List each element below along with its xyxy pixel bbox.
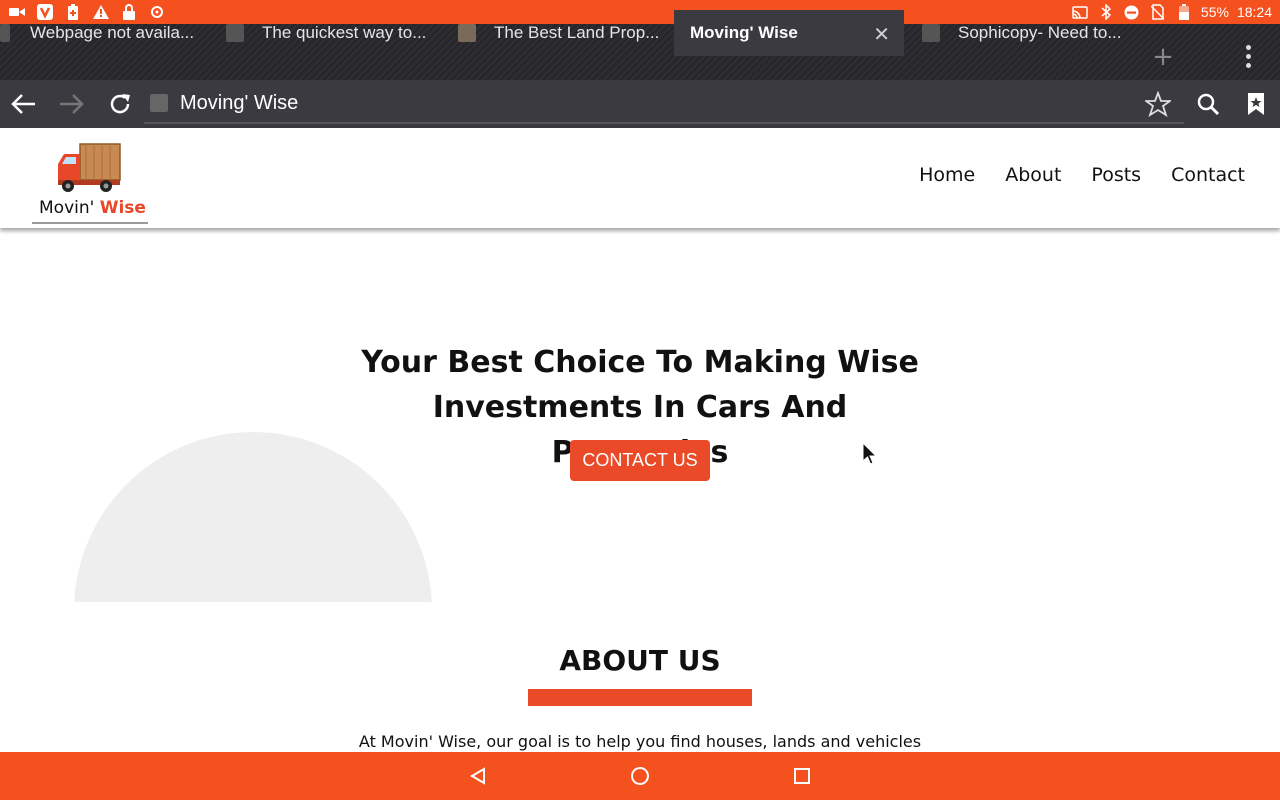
- about-heading: ABOUT US: [559, 644, 721, 677]
- tab-title: Sophicopy- Need to...: [958, 23, 1122, 42]
- tab-title: Moving' Wise: [690, 23, 798, 42]
- logo-text-accent: Wise: [99, 198, 146, 218]
- nav-home[interactable]: Home: [919, 164, 975, 186]
- address-bar[interactable]: Moving' Wise: [144, 84, 1184, 124]
- home-circle-icon[interactable]: [628, 764, 652, 788]
- about-underline-bar: [528, 689, 752, 706]
- bookmark-icon[interactable]: [1240, 88, 1272, 120]
- hero-title-line-1: Your Best Choice To Making Wise: [361, 345, 919, 380]
- logo-text: Movin' Wise: [39, 198, 146, 218]
- browser-toolbar: Moving' Wise: [0, 80, 1280, 128]
- overflow-menu-icon[interactable]: [1236, 36, 1260, 76]
- recents-square-icon[interactable]: [790, 764, 814, 788]
- nav-about[interactable]: About: [1005, 164, 1061, 186]
- battery-icon: [1175, 3, 1193, 21]
- nav-posts[interactable]: Posts: [1091, 164, 1141, 186]
- reload-icon[interactable]: [104, 88, 136, 120]
- page-favicon: [150, 94, 168, 112]
- mouse-cursor-icon: [862, 442, 878, 465]
- back-arrow-icon[interactable]: [8, 88, 40, 120]
- address-bar-title: Moving' Wise: [180, 91, 299, 114]
- delivery-truck-icon: [58, 143, 121, 192]
- tab-movin-wise[interactable]: Moving' Wise ✕: [674, 10, 904, 56]
- tab-title: The Best Land Prop...: [494, 23, 660, 42]
- site-header: Movin' Wise Home About Posts Contact: [0, 128, 1280, 228]
- tab-title: The quickest way to...: [262, 23, 427, 42]
- search-icon[interactable]: [1192, 88, 1224, 120]
- star-icon[interactable]: [1142, 88, 1174, 120]
- tab-favicon: [0, 24, 10, 42]
- site-logo[interactable]: Movin' Wise: [32, 140, 148, 224]
- new-tab-plus-icon[interactable]: +: [1140, 34, 1186, 80]
- tab-favicon: [226, 24, 244, 42]
- nav-contact[interactable]: Contact: [1171, 164, 1245, 186]
- forward-arrow-icon[interactable]: [55, 88, 87, 120]
- logo-text-main: Movin': [39, 198, 95, 218]
- no-sim-icon: [1149, 3, 1167, 21]
- battery-percent: 55%: [1200, 4, 1229, 20]
- tab-webpage-not-available[interactable]: Webpage not availa...: [0, 10, 200, 56]
- site-nav: Home About Posts Contact: [919, 164, 1245, 186]
- close-tab-icon[interactable]: ✕: [873, 22, 890, 47]
- tab-quickest-way[interactable]: The quickest way to...: [226, 10, 432, 56]
- back-triangle-icon[interactable]: [466, 764, 490, 788]
- tab-favicon: [922, 24, 940, 42]
- clock: 18:24: [1236, 4, 1272, 20]
- tab-sophicopy[interactable]: Sophicopy- Need to...: [922, 10, 1132, 56]
- system-nav-bar: [0, 752, 1280, 800]
- tab-best-land[interactable]: The Best Land Prop...: [458, 10, 664, 56]
- contact-us-button[interactable]: CONTACT US: [570, 440, 710, 481]
- tab-favicon: [458, 24, 476, 42]
- tab-title: Webpage not availa...: [30, 23, 195, 42]
- about-text: At Movin' Wise, our goal is to help you …: [358, 732, 922, 751]
